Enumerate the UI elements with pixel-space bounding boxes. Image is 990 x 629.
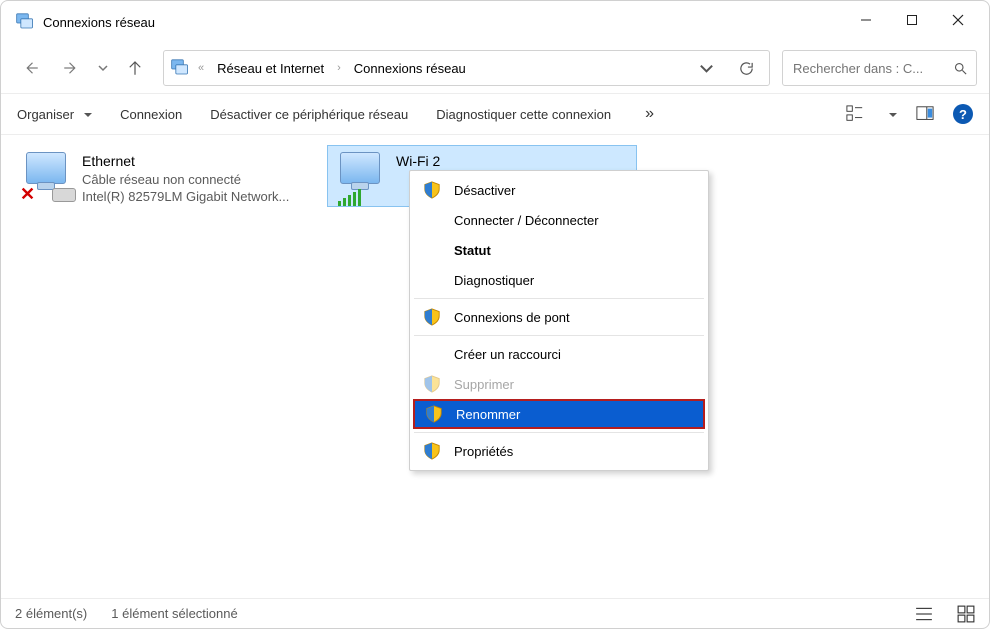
shield-icon — [422, 442, 442, 460]
minimize-button[interactable] — [843, 3, 889, 37]
network-location-icon — [170, 59, 190, 77]
connection-text: Wi-Fi 2 — [386, 152, 440, 171]
ctx-label: Statut — [454, 243, 696, 258]
diagnose-label: Diagnostiquer cette connexion — [436, 107, 611, 122]
ctx-bridge[interactable]: Connexions de pont — [410, 302, 708, 332]
status-selection-count: 1 élément sélectionné — [111, 606, 237, 621]
context-menu: Désactiver Connecter / Déconnecter Statu… — [409, 170, 709, 471]
organize-menu[interactable]: Organiser — [17, 107, 92, 122]
ctx-label: Connecter / Déconnecter — [454, 213, 696, 228]
content-area: ✕ Ethernet Câble réseau non connecté Int… — [1, 135, 989, 598]
ctx-delete: Supprimer — [410, 369, 708, 399]
ctx-status[interactable]: Statut — [410, 235, 708, 265]
details-view-button[interactable] — [915, 605, 933, 623]
connection-status: Câble réseau non connecté — [82, 171, 289, 189]
ctx-label: Créer un raccourci — [454, 347, 696, 362]
shield-icon — [422, 375, 442, 393]
status-bar: 2 élément(s) 1 élément sélectionné — [1, 598, 989, 628]
address-bar[interactable]: « Réseau et Internet › Connexions réseau — [163, 50, 770, 86]
window-title: Connexions réseau — [43, 15, 843, 30]
ctx-label: Supprimer — [454, 377, 696, 392]
shield-icon — [422, 181, 442, 199]
breadcrumb-separator: › — [335, 62, 343, 74]
more-commands[interactable]: » — [639, 105, 660, 123]
ctx-label: Diagnostiquer — [454, 273, 696, 288]
connection-name: Wi-Fi 2 — [396, 152, 440, 171]
menu-separator — [414, 432, 704, 433]
chevron-down-icon — [885, 107, 897, 122]
shield-icon — [424, 405, 444, 423]
connection-item-ethernet[interactable]: ✕ Ethernet Câble réseau non connecté Int… — [13, 145, 323, 213]
ctx-properties[interactable]: Propriétés — [410, 436, 708, 466]
wifi-icon — [336, 152, 386, 200]
search-icon — [953, 61, 968, 76]
ctx-rename[interactable]: Renommer — [413, 399, 705, 429]
connection-label: Connexion — [120, 107, 182, 122]
connection-command[interactable]: Connexion — [120, 107, 182, 122]
ctx-connect-disconnect[interactable]: Connecter / Déconnecter — [410, 205, 708, 235]
ctx-label: Propriétés — [454, 444, 696, 459]
control-panel-icon — [15, 13, 35, 31]
refresh-button[interactable] — [729, 51, 763, 85]
ctx-label: Renommer — [456, 407, 694, 422]
window-controls — [843, 7, 981, 37]
menu-separator — [414, 298, 704, 299]
menu-separator — [414, 335, 704, 336]
back-button[interactable] — [13, 50, 49, 86]
ctx-create-shortcut[interactable]: Créer un raccourci — [410, 339, 708, 369]
ethernet-icon: ✕ — [22, 152, 72, 200]
tiles-view-button[interactable] — [957, 605, 975, 623]
ctx-label: Connexions de pont — [454, 310, 696, 325]
connection-device: Intel(R) 82579LM Gigabit Network... — [82, 188, 289, 206]
breadcrumb-prefix: « — [196, 62, 206, 74]
help-button[interactable]: ? — [953, 104, 973, 124]
shield-icon — [422, 308, 442, 326]
connection-name: Ethernet — [82, 152, 289, 171]
ctx-disable[interactable]: Désactiver — [410, 175, 708, 205]
forward-button[interactable] — [53, 50, 89, 86]
diagnose-command[interactable]: Diagnostiquer cette connexion — [436, 107, 611, 122]
view-options-button[interactable] — [845, 104, 865, 124]
status-item-count: 2 élément(s) — [15, 606, 87, 621]
breadcrumb-network-connections[interactable]: Connexions réseau — [349, 58, 471, 79]
disable-device-command[interactable]: Désactiver ce périphérique réseau — [210, 107, 408, 122]
connection-text: Ethernet Câble réseau non connecté Intel… — [72, 152, 289, 206]
breadcrumb-network-internet[interactable]: Réseau et Internet — [212, 58, 329, 79]
history-dropdown[interactable] — [93, 50, 113, 86]
preview-pane-button[interactable] — [915, 104, 935, 124]
ctx-diagnose[interactable]: Diagnostiquer — [410, 265, 708, 295]
close-button[interactable] — [935, 3, 981, 37]
address-dropdown[interactable] — [689, 51, 723, 85]
ctx-label: Désactiver — [454, 183, 696, 198]
organize-label: Organiser — [17, 107, 74, 122]
chevron-down-icon — [80, 107, 92, 122]
maximize-button[interactable] — [889, 3, 935, 37]
disable-device-label: Désactiver ce périphérique réseau — [210, 107, 408, 122]
search-input[interactable] — [791, 60, 945, 77]
command-bar: Organiser Connexion Désactiver ce périph… — [1, 93, 989, 135]
nav-bar: « Réseau et Internet › Connexions réseau — [1, 43, 989, 93]
search-box[interactable] — [782, 50, 977, 86]
up-button[interactable] — [117, 50, 153, 86]
title-bar: Connexions réseau — [1, 1, 989, 43]
